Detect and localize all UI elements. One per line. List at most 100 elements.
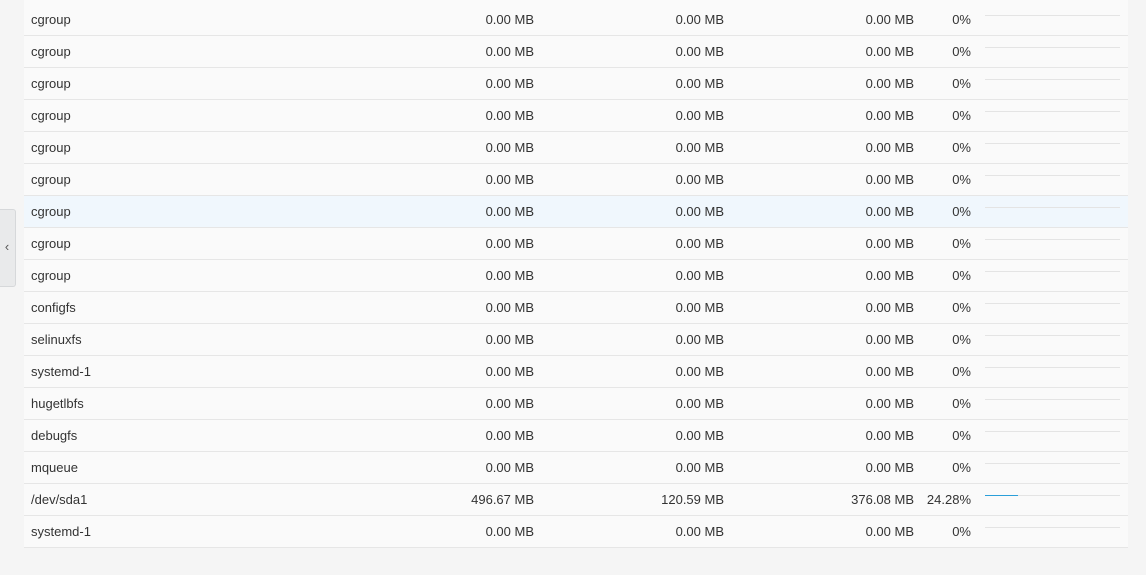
filesystem-size: 0.00 MB [485,460,534,475]
usage-bar [985,431,1120,432]
usage-bar [985,15,1120,16]
filesystem-name: cgroup [31,140,71,155]
filesystem-available: 0.00 MB [865,300,914,315]
filesystem-used: 0.00 MB [675,268,724,283]
filesystem-size: 0.00 MB [485,172,534,187]
filesystem-percent: 0% [952,172,971,187]
usage-bar [985,111,1120,112]
filesystem-available: 376.08 MB [851,492,914,507]
filesystem-available: 0.00 MB [865,428,914,443]
table-row[interactable]: /dev/sda1 496.67 MB 120.59 MB 376.08 MB 24.2… [24,484,1128,516]
filesystem-name: cgroup [31,172,71,187]
filesystem-used: 0.00 MB [675,76,724,91]
usage-bar [985,303,1120,304]
filesystem-available: 0.00 MB [865,460,914,475]
filesystem-available: 0.00 MB [865,76,914,91]
filesystem-available: 0.00 MB [865,236,914,251]
filesystem-available: 0.00 MB [865,268,914,283]
filesystem-percent: 0% [952,364,971,379]
filesystem-size: 0.00 MB [485,364,534,379]
filesystem-used: 0.00 MB [675,300,724,315]
sidebar-collapse-handle[interactable]: ‹ [0,209,16,287]
table-row[interactable]: cgroup 0.00 MB 0.00 MB 0.00 MB 0% [24,260,1128,292]
filesystem-size: 0.00 MB [485,236,534,251]
filesystem-table: cgroup 0.00 MB 0.00 MB 0.00 MB 0% cgroup 0.00 … [24,4,1128,548]
filesystem-used: 0.00 MB [675,460,724,475]
filesystem-size: 0.00 MB [485,204,534,219]
usage-bar [985,399,1120,400]
filesystem-percent: 0% [952,76,971,91]
filesystem-size: 0.00 MB [485,396,534,411]
filesystem-usage-page: ‹ cgroup 0.00 MB 0.00 MB 0.00 MB 0% cgroup 0.0… [0,0,1146,575]
table-row[interactable]: cgroup 0.00 MB 0.00 MB 0.00 MB 0% [24,196,1128,228]
table-row[interactable]: mqueue 0.00 MB 0.00 MB 0.00 MB 0% [24,452,1128,484]
filesystem-name: cgroup [31,236,71,251]
filesystem-name: mqueue [31,460,78,475]
filesystem-name: cgroup [31,108,71,123]
filesystem-percent: 0% [952,236,971,251]
table-row[interactable]: selinuxfs 0.00 MB 0.00 MB 0.00 MB 0% [24,324,1128,356]
filesystem-name: selinuxfs [31,332,82,347]
filesystem-used: 0.00 MB [675,204,724,219]
filesystem-available: 0.00 MB [865,172,914,187]
table-row[interactable]: cgroup 0.00 MB 0.00 MB 0.00 MB 0% [24,228,1128,260]
filesystem-used: 0.00 MB [675,44,724,59]
filesystem-size: 0.00 MB [485,12,534,27]
filesystem-percent: 0% [952,108,971,123]
usage-bar [985,47,1120,48]
filesystem-used: 0.00 MB [675,140,724,155]
table-row[interactable]: cgroup 0.00 MB 0.00 MB 0.00 MB 0% [24,36,1128,68]
table-row[interactable]: debugfs 0.00 MB 0.00 MB 0.00 MB 0% [24,420,1128,452]
table-row[interactable]: systemd-1 0.00 MB 0.00 MB 0.00 MB 0% [24,356,1128,388]
filesystem-name: /dev/sda1 [31,492,88,507]
filesystem-size: 0.00 MB [485,428,534,443]
filesystem-size: 0.00 MB [485,524,534,539]
usage-bar [985,463,1120,464]
filesystem-available: 0.00 MB [865,396,914,411]
table-row[interactable]: hugetlbfs 0.00 MB 0.00 MB 0.00 MB 0% [24,388,1128,420]
table-row[interactable]: systemd-1 0.00 MB 0.00 MB 0.00 MB 0% [24,516,1128,548]
table-row[interactable]: cgroup 0.00 MB 0.00 MB 0.00 MB 0% [24,132,1128,164]
filesystem-size: 0.00 MB [485,76,534,91]
table-row[interactable]: cgroup 0.00 MB 0.00 MB 0.00 MB 0% [24,164,1128,196]
usage-bar [985,207,1120,208]
filesystem-name: cgroup [31,44,71,59]
filesystem-used: 0.00 MB [675,236,724,251]
filesystem-percent: 0% [952,300,971,315]
filesystem-size: 0.00 MB [485,140,534,155]
filesystem-used: 0.00 MB [675,428,724,443]
filesystem-used: 0.00 MB [675,172,724,187]
table-row[interactable]: configfs 0.00 MB 0.00 MB 0.00 MB 0% [24,292,1128,324]
filesystem-available: 0.00 MB [865,204,914,219]
usage-bar [985,335,1120,336]
filesystem-percent: 0% [952,140,971,155]
usage-bar [985,495,1120,496]
filesystem-percent: 0% [952,268,971,283]
filesystem-percent: 0% [952,428,971,443]
filesystem-used: 0.00 MB [675,332,724,347]
table-row[interactable]: cgroup 0.00 MB 0.00 MB 0.00 MB 0% [24,100,1128,132]
filesystem-used: 0.00 MB [675,12,724,27]
filesystem-percent: 0% [952,12,971,27]
filesystem-used: 0.00 MB [675,524,724,539]
filesystem-size: 496.67 MB [471,492,534,507]
filesystem-size: 0.00 MB [485,108,534,123]
filesystem-size: 0.00 MB [485,44,534,59]
filesystem-name: cgroup [31,204,71,219]
filesystem-percent: 0% [952,524,971,539]
filesystem-name: systemd-1 [31,364,91,379]
filesystem-size: 0.00 MB [485,268,534,283]
filesystem-name: cgroup [31,268,71,283]
filesystem-available: 0.00 MB [865,108,914,123]
filesystem-available: 0.00 MB [865,44,914,59]
filesystem-percent: 0% [952,332,971,347]
usage-bar-fill [985,495,1018,496]
filesystem-name: configfs [31,300,76,315]
usage-bar [985,143,1120,144]
table-row[interactable]: cgroup 0.00 MB 0.00 MB 0.00 MB 0% [24,68,1128,100]
filesystem-name: cgroup [31,12,71,27]
usage-bar [985,527,1120,528]
usage-bar [985,271,1120,272]
table-row[interactable]: cgroup 0.00 MB 0.00 MB 0.00 MB 0% [24,4,1128,36]
filesystem-name: systemd-1 [31,524,91,539]
